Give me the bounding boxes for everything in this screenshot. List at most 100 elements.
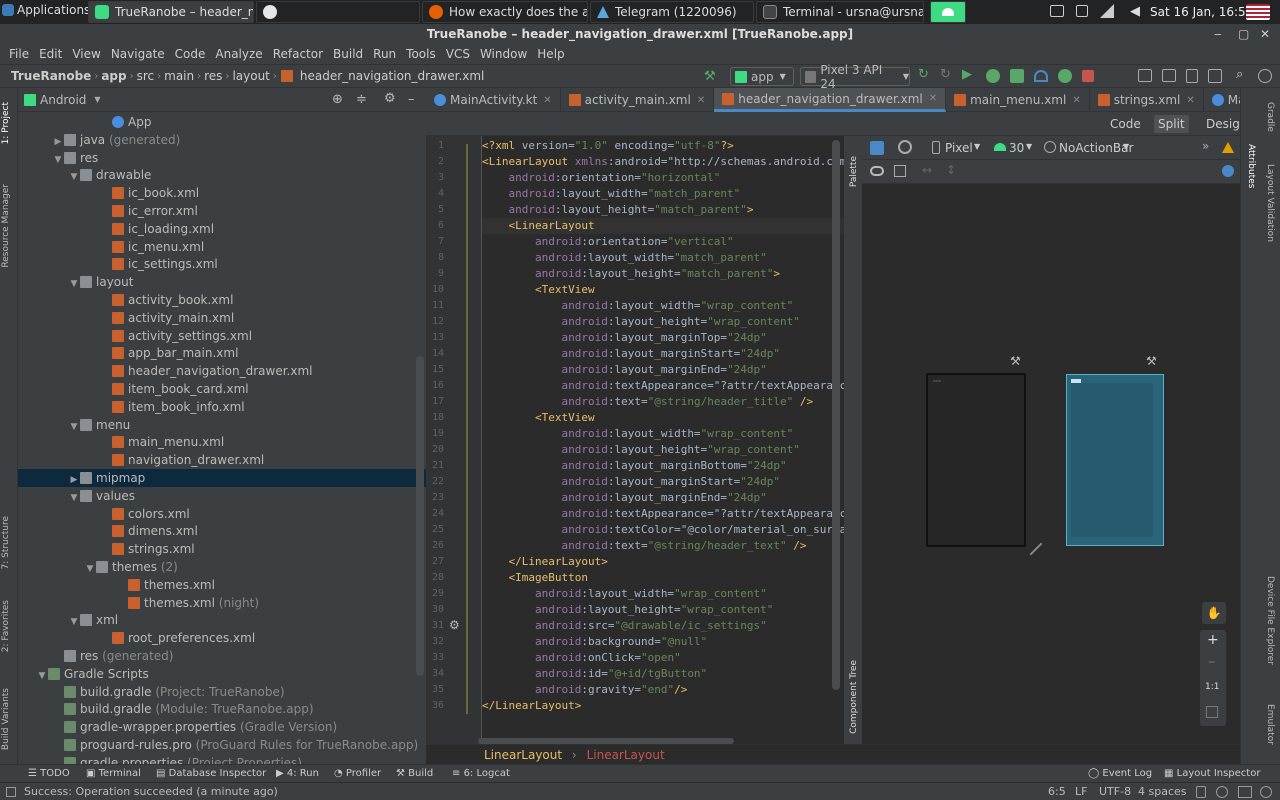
tree-item[interactable]: ▼ res [18, 149, 426, 167]
tree-item[interactable]: ic_settings.xml [18, 255, 426, 273]
zoom-actual-size-icon[interactable]: 1:1 [1205, 682, 1219, 692]
project-tool-button[interactable]: 1: Project [1, 102, 11, 144]
close-tab-icon[interactable]: ✕ [543, 95, 551, 106]
tree-item[interactable]: App [18, 113, 426, 131]
code-line[interactable]: android:gravity="end"/> [482, 682, 687, 698]
close-tab-icon[interactable]: ✕ [1186, 95, 1194, 106]
zoom-in-icon[interactable]: + [1207, 632, 1219, 648]
tree-item[interactable]: ▼ Gradle Scripts [18, 665, 426, 683]
project-structure-icon[interactable] [1208, 69, 1222, 83]
tree-item[interactable]: ▼ menu [18, 416, 426, 434]
crumb-project[interactable]: TrueRanobe [8, 69, 94, 83]
indent-setting[interactable]: 4 spaces [1138, 783, 1187, 800]
taskbar-window-terminal[interactable]: Terminal - ursna@ursna:~ [756, 1, 924, 23]
keyboard-layout-flag-icon[interactable] [1246, 4, 1270, 20]
event-log-tool-button[interactable]: ◯ Event Log [1088, 768, 1152, 779]
code-line[interactable]: android:layout_marginStart="24dp" [482, 474, 780, 490]
tree-item[interactable]: header_navigation_drawer.xml [18, 362, 426, 380]
maximize-icon[interactable]: ▢ [1238, 24, 1249, 44]
code-editor[interactable]: <?xml version="1.0" encoding="utf-8"?> <L… [482, 136, 844, 744]
hammer-icon[interactable]: ⚒ [704, 69, 716, 84]
editor-tab[interactable]: main_menu.xml ✕ [946, 88, 1090, 112]
code-line[interactable]: android:layout_height="match_parent"> [482, 266, 780, 282]
editor-tab[interactable]: activity_main.xml ✕ [561, 88, 715, 112]
code-line[interactable]: android:layout_marginTop="24dp" [482, 330, 766, 346]
layers-icon[interactable] [870, 141, 884, 155]
code-line[interactable]: android:layout_height="wrap_content" [482, 442, 799, 458]
locate-file-icon[interactable]: ⊕ [332, 92, 343, 107]
tree-item[interactable]: app_bar_main.xml [18, 344, 426, 362]
crumb-src[interactable]: src [134, 69, 158, 83]
split-view-button[interactable]: Split [1154, 115, 1189, 133]
device-select[interactable]: Pixel 3 API 24 ▼ [800, 63, 910, 91]
tree-item[interactable]: activity_settings.xml [18, 327, 426, 345]
menu-analyze[interactable]: Analyze [210, 47, 267, 61]
code-line[interactable]: android:layout_marginEnd="24dp" [482, 362, 766, 378]
code-line[interactable]: android:src="@drawable/ic_settings" [482, 618, 767, 634]
help-icon[interactable] [1222, 165, 1234, 177]
code-scrollbar[interactable] [832, 140, 840, 690]
sdk-manager-icon[interactable] [1186, 69, 1198, 83]
close-tab-icon[interactable]: ✕ [1072, 95, 1080, 106]
tree-item[interactable]: ▶ mipmap [18, 469, 426, 487]
hide-panel-icon[interactable]: – [408, 92, 415, 107]
tree-item[interactable]: ▼ xml [18, 611, 426, 629]
editor-tab[interactable]: header_navigation_drawer.xml ✕ [714, 88, 947, 112]
clock[interactable]: Sat 16 Jan, 16:58 [1150, 5, 1253, 19]
menu-window[interactable]: Window [475, 47, 532, 61]
line-separator[interactable]: LF [1075, 783, 1087, 800]
vertical-arrows-icon[interactable]: ↕ [946, 163, 956, 177]
code-line[interactable]: <TextView [482, 282, 595, 298]
resource-manager-tool-button[interactable]: Resource Manager [1, 184, 11, 268]
warning-icon[interactable] [1222, 142, 1234, 153]
terminal-tool-button[interactable]: ▣ Terminal [86, 768, 141, 779]
zoom-out-icon[interactable]: – [1208, 654, 1215, 670]
crumb-file[interactable]: header_navigation_drawer.xml [297, 69, 488, 83]
code-line[interactable]: android:layout_marginStart="24dp" [482, 346, 780, 362]
status-message[interactable]: Success: Operation succeeded (a minute a… [24, 783, 278, 800]
tree-item[interactable]: ic_menu.xml [18, 238, 426, 256]
file-encoding[interactable]: UTF-8 [1099, 783, 1131, 800]
code-line[interactable]: <?xml version="1.0" encoding="utf-8"?> [482, 138, 734, 154]
sync-project-icon[interactable] [1138, 69, 1152, 82]
tree-item[interactable]: root_preferences.xml [18, 629, 426, 647]
menu-vcs[interactable]: VCS [441, 47, 475, 61]
menu-refactor[interactable]: Refactor [268, 47, 328, 61]
component-tree-tool-button[interactable]: Component Tree [849, 660, 859, 734]
tree-item[interactable]: ic_book.xml [18, 184, 426, 202]
tree-item[interactable]: res (generated) [18, 647, 426, 665]
blueprint-icon[interactable] [894, 165, 906, 177]
close-tab-icon[interactable]: ✕ [697, 95, 705, 106]
tree-item[interactable]: main_menu.xml [18, 433, 426, 451]
menu-navigate[interactable]: Navigate [106, 47, 170, 61]
code-line[interactable]: android:textAppearance="?attr/textAppear… [482, 378, 844, 394]
profiler-tool-button[interactable]: ◔ Profiler [334, 768, 381, 779]
run-tool-button[interactable]: ▶ 4: Run [276, 768, 319, 779]
more-options-icon[interactable]: » [1202, 139, 1209, 153]
tree-item[interactable]: activity_main.xml [18, 309, 426, 327]
palette-tool-button[interactable]: Palette [849, 156, 859, 187]
code-line[interactable]: <ImageButton [482, 570, 588, 586]
project-tree-scrollbar[interactable] [416, 356, 424, 676]
menu-build[interactable]: Build [328, 47, 368, 61]
lock-icon[interactable] [1196, 786, 1206, 798]
menu-help[interactable]: Help [532, 47, 569, 61]
orientation-icon[interactable] [898, 140, 912, 154]
attributes-tool-button[interactable]: Attributes [1246, 144, 1256, 188]
tree-item[interactable]: proguard-rules.pro (ProGuard Rules for T… [18, 736, 426, 754]
code-line[interactable]: android:layout_height="match_parent"> [482, 202, 754, 218]
run-config-select[interactable]: app ▼ [730, 67, 794, 86]
tree-item[interactable]: item_book_info.xml [18, 398, 426, 416]
tree-item[interactable]: ic_loading.xml [18, 220, 426, 238]
code-line[interactable]: <LinearLayout xmlns:android="http://sche… [482, 154, 844, 170]
account-icon[interactable] [1258, 69, 1272, 83]
todo-tool-button[interactable]: ☰ TODO [28, 768, 70, 779]
code-line[interactable]: android:orientation="horizontal" [482, 170, 721, 186]
clipboard-icon[interactable] [1076, 5, 1088, 17]
code-line[interactable]: android:layout_marginEnd="24dp" [482, 490, 766, 506]
code-line[interactable]: <LinearLayout [482, 218, 844, 234]
run-icon[interactable]: ▶ [962, 67, 980, 85]
tree-item[interactable]: item_book_card.xml [18, 380, 426, 398]
tree-item[interactable]: themes.xml (night) [18, 594, 426, 612]
code-line[interactable]: android:layout_height="wrap_content" [482, 314, 799, 330]
